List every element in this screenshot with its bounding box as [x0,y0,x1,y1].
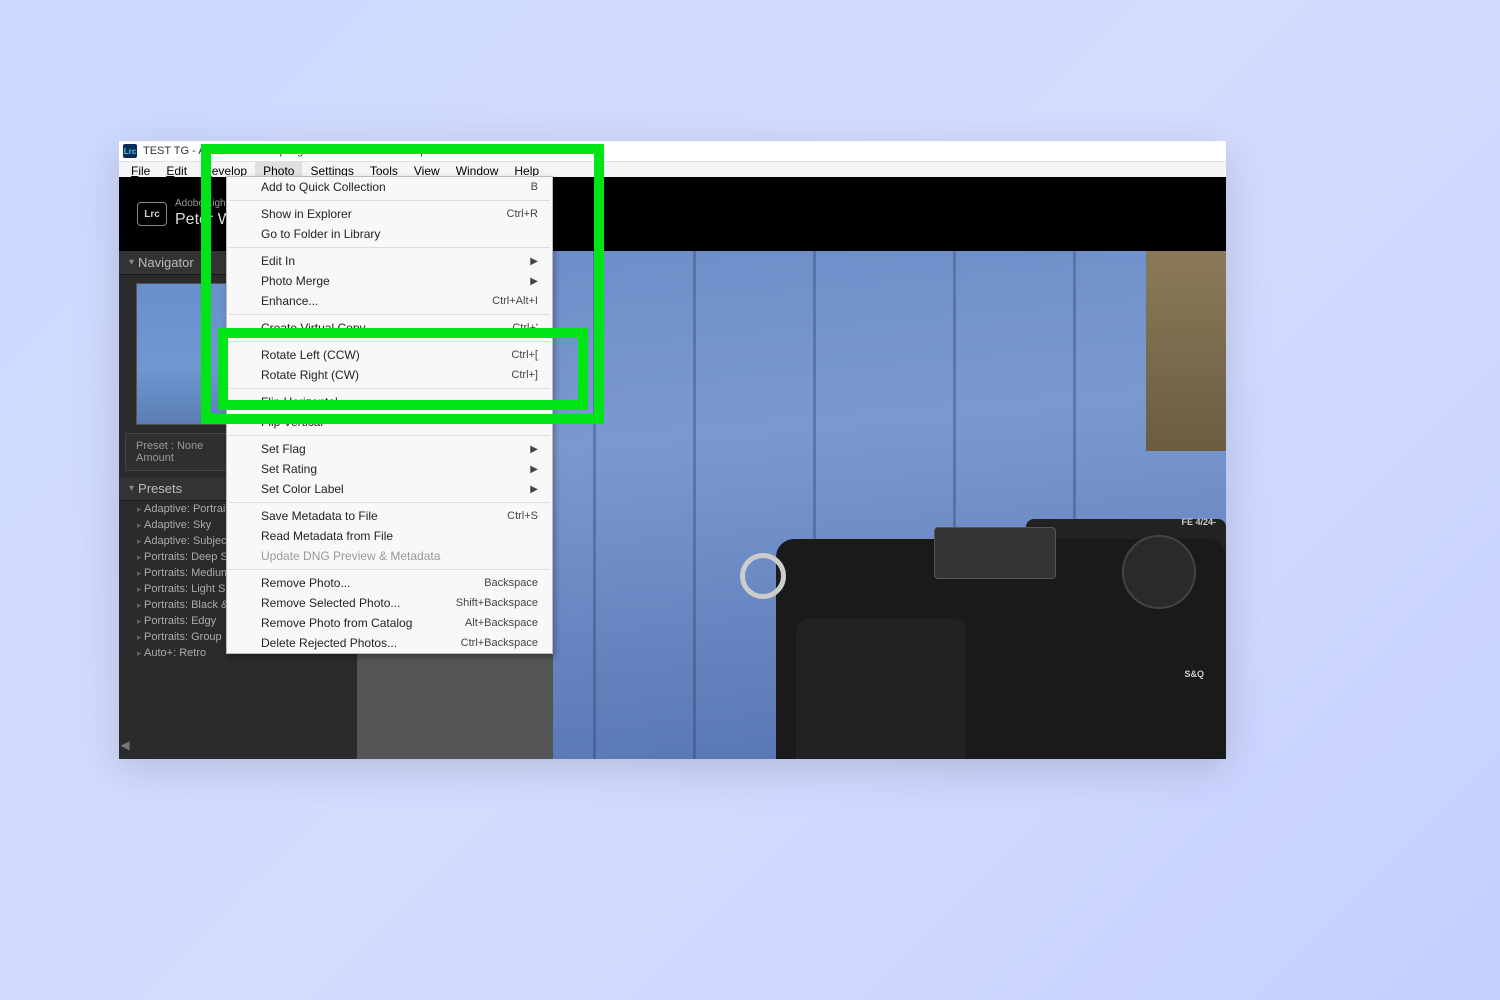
menu-item-show-in-explorer[interactable]: Show in ExplorerCtrl+R [227,204,552,224]
camera-subject: FE 4/24- S&Q [666,469,1226,759]
menu-item-save-metadata-to-file[interactable]: Save Metadata to FileCtrl+S [227,506,552,526]
menu-item-read-metadata-from-file[interactable]: Read Metadata from File [227,526,552,546]
menu-item-edit-in[interactable]: Edit In▶ [227,251,552,271]
menu-item-flip-horizontal[interactable]: Flip Horizontal [227,392,552,412]
submenu-arrow-icon: ▶ [530,276,538,287]
menu-item-set-color-label[interactable]: Set Color Label▶ [227,479,552,499]
menu-shortcut: Alt+Backspace [465,617,538,629]
menu-shortcut: Ctrl+] [511,369,538,381]
menu-separator [229,314,550,315]
titlebar: Lrc TEST TG - Adobe Photoshop Lightroom … [119,141,1226,161]
menu-item-enhance[interactable]: Enhance...Ctrl+Alt+I [227,291,552,311]
menu-item-remove-photo[interactable]: Remove Photo...Backspace [227,573,552,593]
menu-shortcut: Shift+Backspace [456,597,538,609]
menu-item-set-flag[interactable]: Set Flag▶ [227,439,552,459]
menu-item-remove-selected-photo[interactable]: Remove Selected Photo...Shift+Backspace [227,593,552,613]
menu-separator [229,435,550,436]
menu-item-set-rating[interactable]: Set Rating▶ [227,459,552,479]
menu-shortcut: Ctrl+' [512,322,538,334]
submenu-arrow-icon: ▶ [530,444,538,455]
menu-separator [229,247,550,248]
app-icon: Lrc [123,144,137,158]
menu-item-flip-vertical[interactable]: Flip Vertical [227,412,552,432]
menu-separator [229,388,550,389]
menu-separator [229,502,550,503]
menu-separator [229,341,550,342]
menu-shortcut: Ctrl+[ [511,349,538,361]
menu-shortcut: Ctrl+R [507,208,538,220]
submenu-arrow-icon: ▶ [530,484,538,495]
main-preview[interactable]: FE 4/24- S&Q [553,251,1226,759]
menu-shortcut: Ctrl+S [507,510,538,522]
wall-area [1146,251,1226,451]
menu-item-rotate-left-ccw[interactable]: Rotate Left (CCW)Ctrl+[ [227,345,552,365]
window-title: TEST TG - Adobe Photoshop Lightroom Clas… [143,145,426,157]
menu-shortcut: Backspace [484,577,538,589]
menu-item-create-virtual-copy[interactable]: Create Virtual CopyCtrl+' [227,318,552,338]
menu-shortcut: Ctrl+Backspace [461,637,538,649]
submenu-arrow-icon: ▶ [530,256,538,267]
menu-item-rotate-right-cw[interactable]: Rotate Right (CW)Ctrl+] [227,365,552,385]
menu-item-delete-rejected-photos[interactable]: Delete Rejected Photos...Ctrl+Backspace [227,633,552,653]
submenu-arrow-icon: ▶ [530,464,538,475]
menu-separator [229,569,550,570]
menu-shortcut: Ctrl+Alt+I [492,295,538,307]
panel-expand-handle[interactable]: ◀ [119,735,131,755]
menu-item-remove-photo-from-catalog[interactable]: Remove Photo from CatalogAlt+Backspace [227,613,552,633]
lrc-badge-icon: Lrc [137,202,167,226]
menu-item-photo-merge[interactable]: Photo Merge▶ [227,271,552,291]
menu-item-add-to-quick-collection[interactable]: Add to Quick CollectionB [227,177,552,197]
menu-item-update-dng-preview-metadata: Update DNG Preview & Metadata [227,546,552,566]
photo-menu-dropdown: Add to Quick CollectionB Show in Explorer… [226,176,553,654]
menu-item-go-to-folder-in-library[interactable]: Go to Folder in Library [227,224,552,244]
menu-shortcut: B [531,181,538,193]
menu-separator [229,200,550,201]
